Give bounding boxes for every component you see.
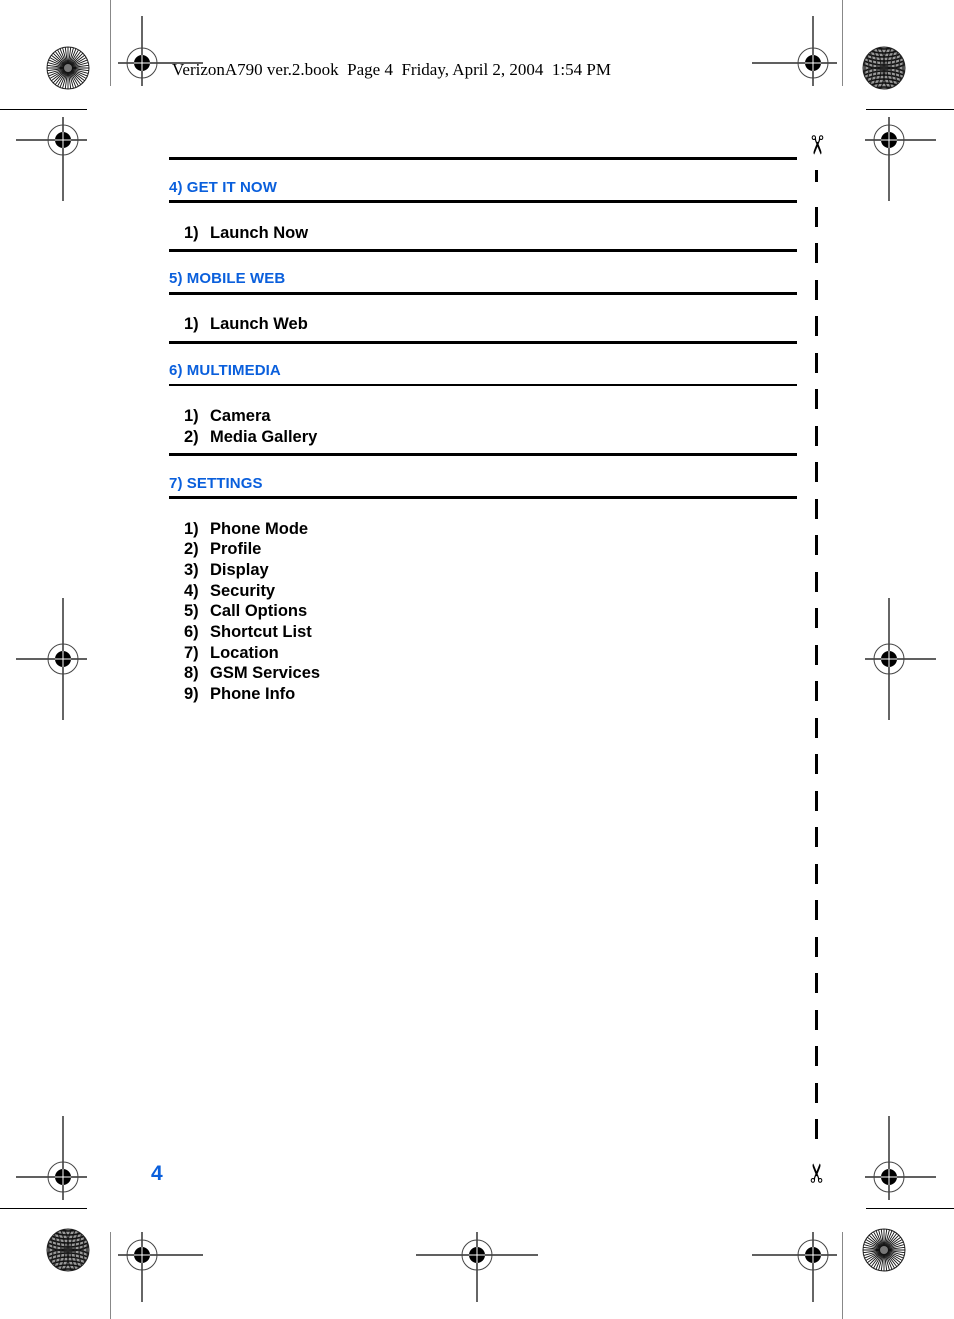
rule-divider [169, 249, 797, 252]
print-header: VerizonA790 ver.2.book Page 4 Friday, Ap… [172, 60, 611, 79]
section-title-get-it-now: 4) GET IT NOW [169, 179, 277, 196]
menu-item: 3) Display [184, 561, 269, 579]
crop-line [0, 1208, 87, 1209]
registration-mark-icon [118, 16, 203, 86]
menu-item: 5) Call Options [184, 602, 308, 620]
rule-divider [169, 341, 797, 344]
cut-line-dash [815, 681, 818, 701]
menu-item-label: Launch Now [210, 224, 309, 242]
scissors-icon: ✂ [801, 134, 832, 156]
menu-item: 1) Launch Now [184, 224, 309, 242]
cut-line-dash [815, 425, 818, 446]
cut-line-dash [815, 644, 818, 665]
menu-item-label: Camera [210, 407, 271, 425]
cut-line-dash [815, 900, 818, 920]
menu-item-label: Display [210, 561, 269, 579]
registration-mark-icon [752, 16, 837, 86]
cut-line-dash [815, 790, 818, 811]
cut-line-dash [815, 827, 818, 847]
starburst-target-icon [862, 1228, 906, 1272]
rule-divider [169, 453, 797, 456]
scissors-icon: ✂ [801, 1162, 832, 1184]
cut-line-dash [815, 571, 818, 592]
registration-mark-icon [16, 598, 87, 720]
cut-line-dash [815, 973, 818, 993]
registration-mark-icon [416, 1232, 538, 1302]
rule-top [169, 157, 797, 160]
menu-item: 2) Media Gallery [184, 428, 318, 446]
cut-line-dash [815, 535, 818, 555]
cut-line-dash [815, 243, 818, 263]
menu-item-label: Phone Mode [210, 520, 309, 538]
menu-item-label: Security [210, 582, 276, 600]
moire-target-icon [46, 1228, 90, 1272]
crop-line [0, 109, 87, 110]
crop-line [110, 0, 111, 86]
cut-line-dash [815, 863, 818, 884]
cut-line-dash [815, 754, 818, 774]
cut-line-dash [815, 352, 818, 373]
registration-mark-icon [865, 1116, 936, 1200]
menu-item: 1) Camera [184, 407, 271, 425]
registration-mark-icon [752, 1232, 837, 1302]
starburst-target-icon [46, 46, 90, 90]
menu-item-label: Profile [210, 540, 262, 558]
menu-item-label: Phone Info [210, 685, 296, 703]
crop-line [842, 1232, 843, 1319]
registration-mark-icon [865, 117, 936, 201]
menu-item: 7) Location [184, 644, 279, 662]
crop-line [866, 1208, 954, 1209]
menu-item-label: GSM Services [210, 664, 321, 682]
cut-line-dash [815, 389, 818, 409]
cut-line-dash [815, 936, 818, 957]
rule-divider [169, 200, 797, 203]
cut-line-dash [815, 498, 818, 519]
cut-line-dash [815, 316, 818, 336]
registration-mark-icon [865, 598, 936, 720]
cut-line-dash [815, 1046, 818, 1066]
rule-divider [169, 384, 797, 386]
cut-line-dash [815, 1119, 818, 1139]
cut-line-dash [815, 206, 818, 227]
menu-item: 9) Phone Info [184, 685, 296, 703]
cut-line-dash [815, 279, 818, 300]
menu-item: 6) Shortcut List [184, 623, 312, 641]
section-title-settings: 7) SETTINGS [169, 475, 263, 492]
section-title-multimedia: 6) MULTIMEDIA [169, 362, 281, 379]
cut-line-dash [815, 1082, 818, 1103]
menu-item-label: Location [210, 644, 279, 662]
menu-item-label: Launch Web [210, 315, 308, 333]
menu-item: 4) Security [184, 582, 276, 600]
menu-item: 2) Profile [184, 540, 262, 558]
crop-line [842, 0, 843, 86]
cut-line-dash [815, 462, 818, 482]
crop-line [866, 109, 954, 110]
registration-mark-icon [16, 1116, 87, 1200]
moire-target-icon [862, 46, 906, 90]
menu-item-label: Shortcut List [210, 623, 312, 641]
cut-line-dash [815, 1009, 818, 1030]
section-title-mobile-web: 5) MOBILE WEB [169, 270, 286, 287]
crop-line [110, 1232, 111, 1319]
rule-divider [169, 496, 797, 499]
menu-item: 1) Phone Mode [184, 520, 309, 538]
registration-mark-icon [118, 1232, 203, 1302]
menu-item: 1) Launch Web [184, 315, 308, 333]
menu-item: 8) GSM Services [184, 664, 321, 682]
cut-line-dash [815, 717, 818, 738]
cut-line-dash [815, 608, 818, 628]
menu-item-label: Call Options [210, 602, 308, 620]
cut-line-dash [815, 170, 818, 182]
page-number: 4 [151, 1162, 163, 1185]
rule-divider [169, 292, 797, 295]
registration-mark-icon [16, 117, 87, 201]
menu-item-label: Media Gallery [210, 428, 318, 446]
